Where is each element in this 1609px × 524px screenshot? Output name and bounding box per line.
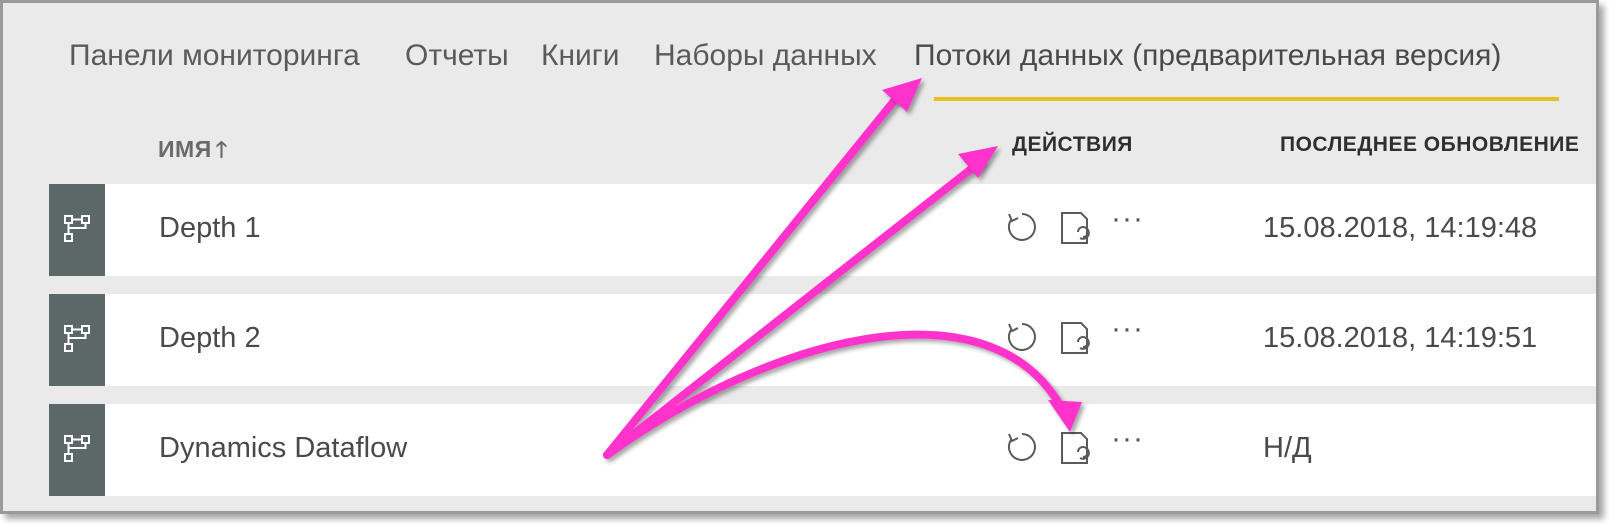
active-tab-indicator: [934, 97, 1559, 101]
column-header-actions: ДЕЙСТВИЯ: [1012, 133, 1133, 156]
table-row[interactable]: Depth 2 ··· 15.08.2018, 14:19:51: [49, 294, 1596, 386]
dataflow-icon: [49, 404, 105, 496]
arrow-up-icon: 🡑: [215, 137, 228, 162]
tab-bar: Панели мониторинга Отчеты Книги Наборы д…: [3, 3, 1596, 113]
row-last-updated: Н/Д: [1263, 432, 1312, 464]
row-last-updated: 15.08.2018, 14:19:51: [1263, 322, 1538, 354]
column-header-name-label: ИМЯ: [158, 136, 212, 162]
tab-dashboards[interactable]: Панели мониторинга: [69, 39, 360, 73]
refresh-icon[interactable]: [1005, 320, 1039, 359]
more-options-button[interactable]: ···: [1111, 312, 1144, 346]
schedule-refresh-icon[interactable]: [1059, 320, 1093, 361]
row-name[interactable]: Depth 1: [159, 212, 261, 245]
table-row[interactable]: Depth 1 ··· 15.08.2018, 14:19:48: [49, 184, 1596, 276]
tab-dataflows[interactable]: Потоки данных (предварительная версия): [914, 39, 1501, 73]
column-header-last-updated[interactable]: ПОСЛЕДНЕЕ ОБНОВЛЕНИЕ: [1280, 133, 1579, 157]
refresh-icon[interactable]: [1005, 430, 1039, 469]
tab-reports[interactable]: Отчеты: [405, 39, 509, 73]
tab-datasets[interactable]: Наборы данных: [654, 39, 877, 73]
column-header-name[interactable]: ИМЯ 🡑: [158, 133, 228, 171]
schedule-refresh-icon[interactable]: [1059, 430, 1093, 471]
dataflow-icon: [49, 184, 105, 276]
row-name[interactable]: Depth 2: [159, 322, 261, 355]
table-row[interactable]: Dynamics Dataflow ··· Н/Д: [49, 404, 1596, 496]
row-last-updated: 15.08.2018, 14:19:48: [1263, 212, 1538, 244]
tab-workbooks[interactable]: Книги: [541, 39, 620, 73]
dataflow-icon: [49, 294, 105, 386]
row-name[interactable]: Dynamics Dataflow: [159, 432, 407, 465]
more-options-button[interactable]: ···: [1111, 202, 1144, 236]
refresh-icon[interactable]: [1005, 210, 1039, 249]
window-frame: Панели мониторинга Отчеты Книги Наборы д…: [0, 0, 1599, 514]
more-options-button[interactable]: ···: [1111, 422, 1144, 456]
schedule-refresh-icon[interactable]: [1059, 210, 1093, 251]
